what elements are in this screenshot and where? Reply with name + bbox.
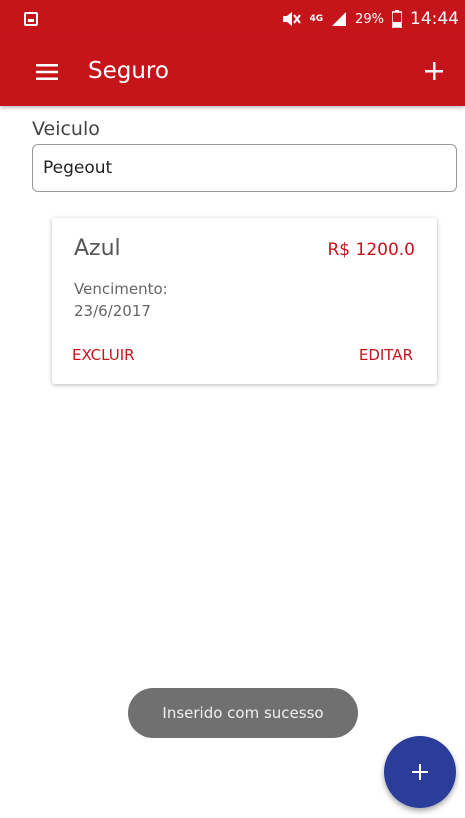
edit-button[interactable]: EDITAR (359, 346, 413, 364)
mute-icon (281, 11, 302, 27)
add-button[interactable] (423, 60, 445, 82)
battery-percent: 29% (355, 11, 384, 27)
plus-icon (412, 764, 428, 780)
due-date-label: Vencimento: (74, 280, 168, 298)
app-bar: Seguro (0, 38, 465, 106)
battery-icon (392, 10, 402, 28)
add-fab-button[interactable] (384, 736, 456, 808)
status-indicators: 4G 29% 14:44 (281, 9, 459, 29)
vehicle-input[interactable] (32, 144, 457, 192)
status-bar: 4G 29% 14:44 (0, 0, 465, 38)
menu-icon[interactable] (36, 64, 58, 80)
vehicle-label: Veiculo (32, 118, 100, 140)
due-date-value: 23/6/2017 (74, 302, 151, 320)
toast-message: Inserido com sucesso (128, 688, 358, 738)
delete-button[interactable]: EXCLUIR (72, 346, 135, 364)
card-price: R$ 1200.0 (327, 240, 415, 260)
network-type-indicator: 4G (309, 14, 324, 24)
plus-icon (425, 62, 443, 80)
gallery-notification-icon (24, 12, 38, 26)
insurance-card: Azul R$ 1200.0 Vencimento: 23/6/2017 EXC… (52, 218, 437, 384)
page-title: Seguro (88, 58, 169, 84)
toast-text: Inserido com sucesso (162, 704, 324, 722)
card-title: Azul (74, 236, 121, 261)
signal-icon (331, 11, 347, 27)
clock: 14:44 (410, 9, 459, 29)
